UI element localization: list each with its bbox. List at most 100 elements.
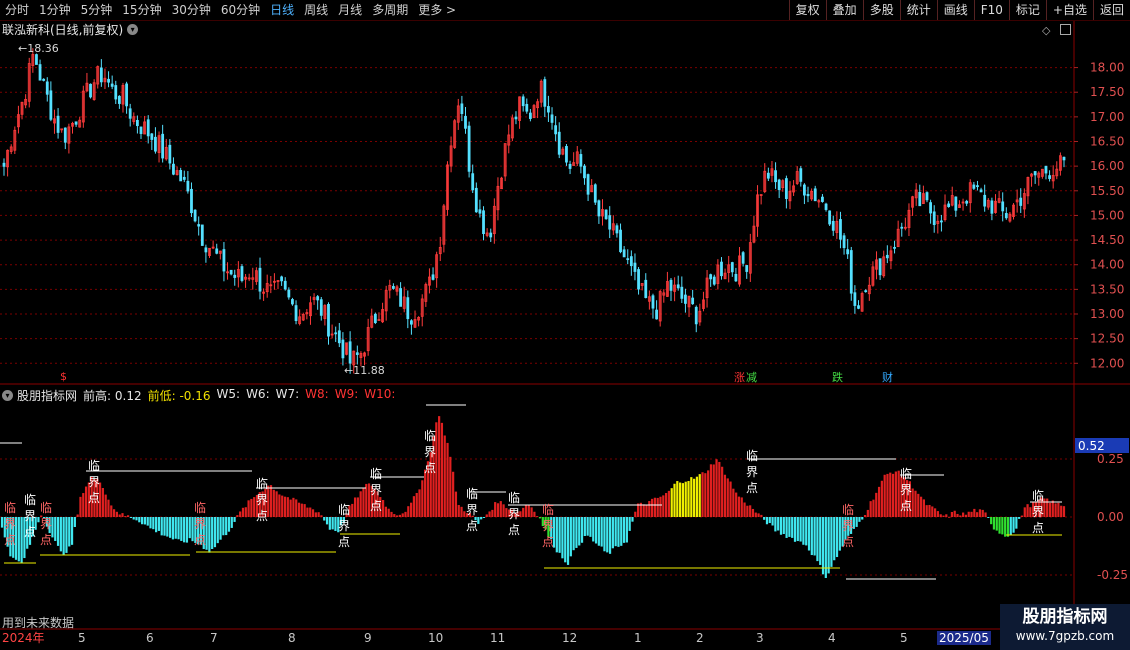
critical-point-label-8: 点 [424, 461, 436, 475]
indicator-legend: ▾ 股朋指标网 前高: 0.12 前低: -0.16 W5: W6: W7: W8: W9:… [2, 387, 395, 403]
chevron-down-icon[interactable]: ▾ [127, 23, 139, 35]
chevron-down-icon[interactable]: ▾ [2, 389, 13, 401]
toolbar-button-6[interactable]: 标记 [1008, 0, 1046, 20]
candle-body [492, 205, 496, 235]
osc-bar [788, 517, 791, 537]
candle-body [27, 63, 31, 102]
osc-bar [96, 478, 99, 517]
osc-bar [37, 517, 40, 523]
period-tab-1[interactable]: 1分钟 [34, 0, 76, 20]
osc-bar [303, 504, 306, 517]
toolbar-button-3[interactable]: 统计 [899, 0, 937, 20]
toolbar-button-5[interactable]: F10 [973, 0, 1009, 20]
osc-bar [962, 512, 965, 517]
osc-bar [342, 517, 345, 523]
osc-bar [597, 517, 600, 546]
toolbar-button-8[interactable]: 返回 [1092, 0, 1130, 20]
event-marker-3: 跌 [832, 370, 843, 384]
date-label-0: 2024年 [2, 631, 45, 645]
osc-bar [799, 517, 802, 542]
period-tab-0[interactable]: 分时 [0, 0, 34, 20]
critical-point-label-13: 点 [842, 535, 854, 549]
date-label-6: 10 [428, 631, 444, 645]
osc-bar [636, 503, 640, 517]
candle-body [554, 125, 558, 135]
osc-bar [849, 517, 853, 534]
candle-body [442, 205, 446, 245]
toolbar-button-1[interactable]: 叠加 [825, 0, 863, 20]
osc-bar [1004, 517, 1007, 537]
period-tab-9[interactable]: 多周期 [367, 0, 413, 20]
toolbar-button-0[interactable]: 复权 [788, 0, 826, 20]
osc-bar [987, 517, 990, 518]
candle-body [146, 119, 150, 137]
toolbar-actions: 复权 叠加 多股 统计 画线 F10 标记 +自选 返回 [788, 0, 1130, 20]
osc-bar [474, 517, 477, 521]
candle-body [474, 187, 478, 213]
osc-bar [877, 486, 881, 517]
osc-bar [460, 506, 463, 517]
indicator-name: 股朋指标网 [17, 388, 78, 403]
period-tab-2[interactable]: 5分钟 [76, 0, 118, 20]
period-tab-4[interactable]: 30分钟 [167, 0, 216, 20]
osc-bar [328, 517, 331, 530]
candle-body [543, 79, 547, 107]
osc-bar [1054, 503, 1057, 517]
osc-bar [320, 515, 323, 517]
osc-bar [129, 517, 132, 518]
period-tab-5[interactable]: 60分钟 [216, 0, 265, 20]
osc-bar [410, 502, 413, 517]
osc-bar [917, 493, 920, 517]
osc-bar [222, 517, 225, 536]
candle-body [1022, 193, 1026, 210]
candle-body [150, 133, 154, 140]
osc-bar [827, 517, 830, 574]
osc-bar [606, 517, 609, 553]
osc-bar [998, 517, 1001, 534]
osc-bar [608, 517, 612, 554]
candle-body [857, 305, 860, 309]
osc-bar [861, 517, 864, 520]
osc-bar [1048, 502, 1052, 517]
candle-body [355, 352, 359, 355]
diamond-icon[interactable]: ◇ [1042, 24, 1050, 37]
osc-bar [211, 517, 214, 549]
osc-bar [118, 514, 121, 517]
toolbar-button-4[interactable]: 画线 [936, 0, 974, 20]
chart-canvas[interactable]: 18.00 17.50 17.00 16.50 16.00 15.50 15.00 14.50… [0, 0, 1130, 650]
osc-bar [1034, 501, 1038, 517]
osc-bar [897, 470, 900, 517]
toolbar-button-7[interactable]: +自选 [1045, 0, 1093, 20]
candle-body [244, 276, 247, 280]
candle-body [1062, 156, 1066, 161]
candle-body [662, 292, 666, 296]
period-tab-3[interactable]: 15分钟 [117, 0, 166, 20]
candle-body [92, 82, 96, 100]
period-tab-6[interactable]: 日线 [265, 0, 299, 20]
candle-body [565, 146, 568, 163]
site-watermark: 股朋指标网 www.7gpzb.com [1000, 604, 1130, 650]
toolbar-button-2[interactable]: 多股 [862, 0, 900, 20]
osc-bar [934, 508, 937, 517]
critical-point-label-11: 临 [542, 503, 554, 517]
candle-body [777, 179, 781, 191]
period-tab-10[interactable]: 更多 > [413, 0, 461, 20]
candle-body [1019, 197, 1023, 206]
candle-body [694, 306, 698, 325]
osc-bar [188, 517, 191, 539]
candle-body [983, 194, 987, 207]
osc-bar [690, 477, 693, 517]
candle-body [615, 225, 619, 234]
price-tick-label: 15.50 [1090, 184, 1124, 198]
osc-bar [415, 492, 418, 517]
panel-toggle-icon[interactable] [1060, 24, 1071, 35]
candle-body [341, 339, 345, 359]
period-tab-8[interactable]: 月线 [333, 0, 367, 20]
osc-bar [289, 499, 292, 517]
osc-bar [135, 517, 138, 521]
candle-body [471, 173, 475, 191]
osc-bar [412, 496, 416, 517]
period-tab-7[interactable]: 周线 [299, 0, 333, 20]
osc-bar [510, 509, 514, 517]
candle-body [788, 190, 792, 202]
